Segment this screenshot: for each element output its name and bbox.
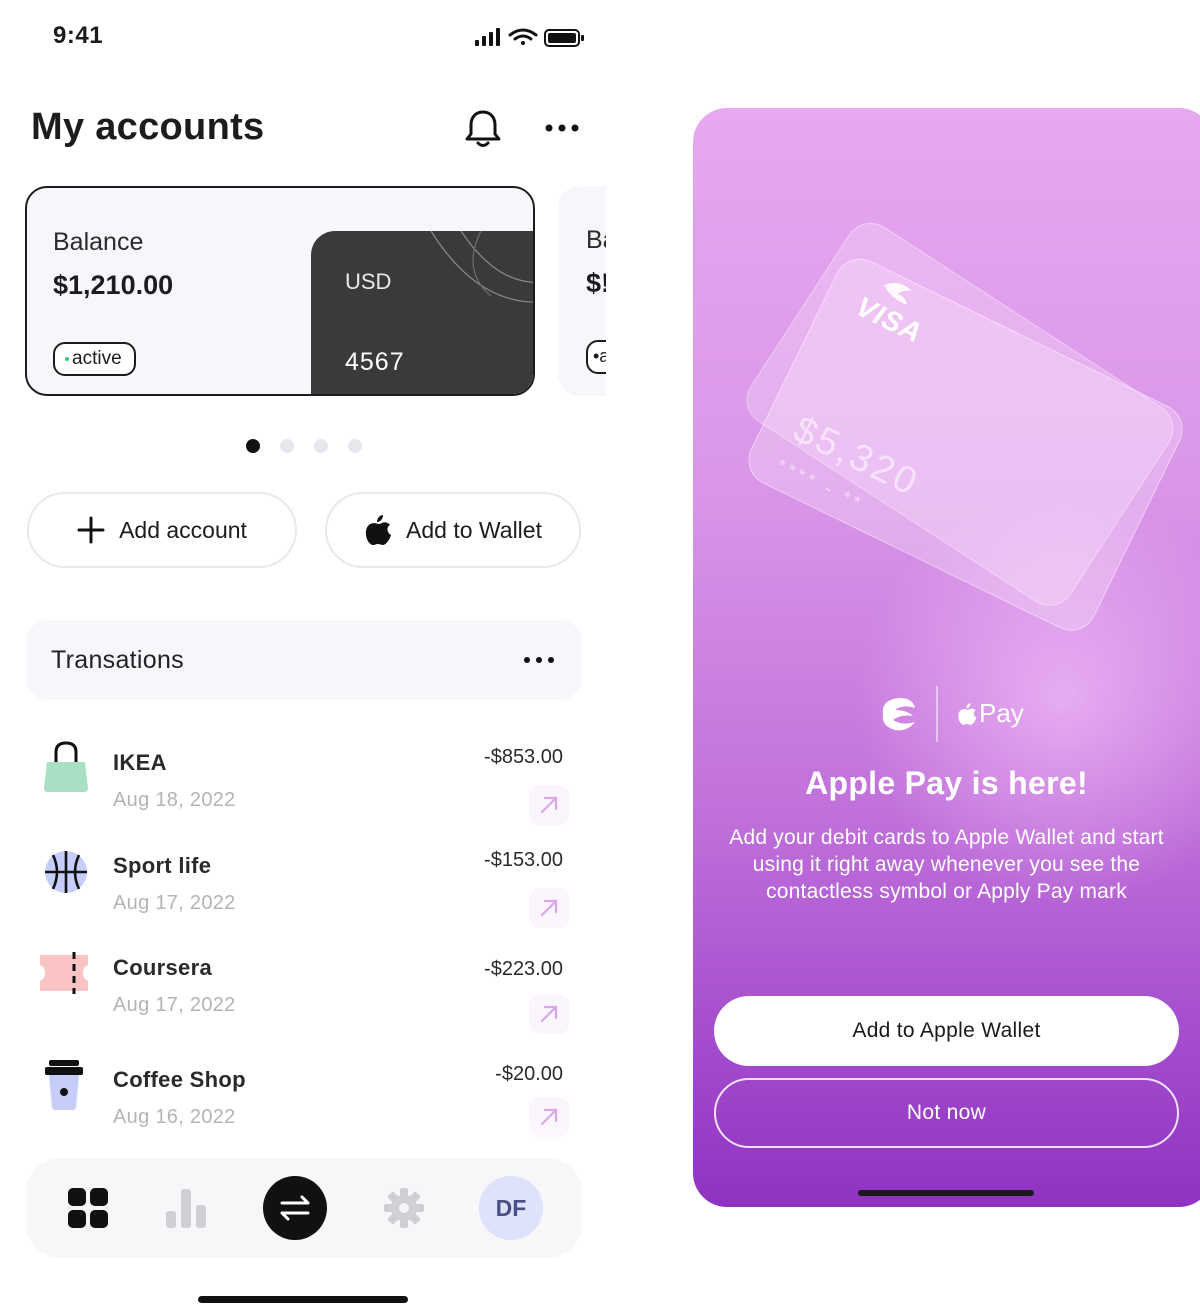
apple-pay-screen: VISA $5,320 **** - ** Pay Apple Pay is h… [693, 108, 1200, 1207]
coffee-cup-icon [45, 1060, 83, 1110]
stats-icon [166, 1189, 206, 1228]
tab-dashboard[interactable] [48, 1158, 128, 1258]
card-currency: USD [345, 269, 392, 294]
transactions-header: Transations [26, 620, 582, 700]
pager-dot[interactable] [314, 439, 328, 453]
status-badge: •a [586, 340, 606, 374]
balance-label: Balance [53, 228, 144, 256]
tab-transfer[interactable] [258, 1158, 332, 1258]
settings-icon [384, 1188, 424, 1228]
basketball-icon [45, 851, 87, 893]
more-horizontal-icon[interactable] [522, 652, 556, 668]
transaction-row[interactable]: IKEA Aug 18, 2022 -$853.00 [30, 740, 575, 840]
battery-icon [544, 29, 584, 47]
tab-profile[interactable]: DF [476, 1158, 546, 1258]
transaction-amount: -$853.00 [484, 746, 563, 768]
transaction-amount: -$20.00 [495, 1063, 563, 1085]
home-indicator [198, 1296, 408, 1303]
status-time: 9:41 [53, 22, 104, 49]
apple-pay-title: Apple Pay is here! [805, 765, 1088, 801]
ticket-icon [40, 952, 88, 994]
tab-bar: DF [26, 1158, 582, 1258]
transaction-amount: -$223.00 [484, 958, 563, 980]
signal-icon [475, 28, 500, 46]
apple-pay-description: Add your debit cards to Apple Wallet and… [729, 826, 1164, 903]
avatar-initials: DF [495, 1194, 527, 1221]
transaction-row[interactable]: Coursera Aug 17, 2022 -$223.00 [30, 945, 575, 1045]
balance-value: $! [586, 268, 606, 298]
logo-divider [936, 686, 938, 742]
card-pager[interactable] [246, 439, 366, 453]
apple-icon [958, 702, 977, 725]
transaction-name: IKEA [113, 750, 167, 775]
tab-stats[interactable] [146, 1158, 226, 1258]
transaction-date: Aug 17, 2022 [113, 892, 236, 914]
arrow-up-right-icon[interactable] [529, 994, 569, 1034]
brand-logo-icon [882, 698, 915, 731]
transaction-name: Coffee Shop [113, 1067, 246, 1092]
add-to-apple-wallet-label: Add to Apple Wallet [852, 1019, 1041, 1042]
arrow-up-right-icon[interactable] [529, 888, 569, 928]
home-indicator [858, 1190, 1034, 1196]
add-to-wallet-label: Add to Wallet [406, 516, 542, 543]
accounts-screen: 9:41 My accounts Balance $1,210.00 activ… [0, 0, 606, 1315]
add-to-apple-wallet-button[interactable]: Add to Apple Wallet [714, 996, 1179, 1066]
account-card-next[interactable]: Ba $! •a [558, 186, 606, 396]
apple-pay-logo: Pay [957, 698, 1024, 729]
not-now-label: Not now [906, 1101, 987, 1124]
shopping-bag-icon [44, 741, 88, 792]
transaction-name: Sport life [113, 853, 212, 878]
pager-dot[interactable] [280, 439, 294, 453]
transactions-title: Transations [51, 646, 184, 674]
add-to-wallet-button[interactable]: Add to Wallet [325, 492, 581, 568]
transaction-date: Aug 18, 2022 [113, 789, 236, 811]
not-now-button[interactable]: Not now [714, 1078, 1179, 1148]
add-account-button[interactable]: Add account [27, 492, 297, 568]
balance-label: Ba [586, 226, 606, 254]
apple-icon [365, 515, 392, 545]
partner-logos: Pay [873, 686, 1033, 742]
pay-logo-text: Pay [979, 698, 1024, 728]
account-card[interactable]: Balance $1,210.00 active USD 4567 [25, 186, 535, 396]
card-number: 4567 [345, 348, 405, 376]
balance-value: $1,210.00 [53, 270, 174, 300]
pager-dot[interactable] [246, 439, 260, 453]
transfer-icon [263, 1176, 327, 1240]
arrow-up-right-icon[interactable] [529, 785, 569, 825]
bell-icon[interactable] [463, 108, 503, 150]
dashboard-icon [68, 1188, 108, 1228]
card-brand: VISA [851, 290, 928, 349]
plus-icon [77, 516, 105, 544]
bank-card[interactable]: USD 4567 [311, 231, 533, 394]
more-horizontal-icon[interactable] [543, 118, 581, 138]
status-label: •a [593, 346, 606, 366]
transaction-date: Aug 17, 2022 [113, 994, 236, 1016]
status-dot-icon [65, 357, 69, 361]
status-icons [475, 28, 584, 47]
tab-settings[interactable] [364, 1158, 444, 1258]
add-account-label: Add account [119, 516, 247, 543]
status-badge: active [53, 342, 136, 376]
pager-dot[interactable] [348, 439, 362, 453]
wifi-icon [508, 28, 538, 45]
status-label: active [72, 348, 122, 369]
avatar: DF [479, 1176, 543, 1240]
transaction-row[interactable]: Sport life Aug 17, 2022 -$153.00 [30, 843, 575, 943]
transaction-name: Coursera [113, 955, 212, 980]
page-title: My accounts [31, 106, 265, 148]
transaction-amount: -$153.00 [484, 849, 563, 871]
